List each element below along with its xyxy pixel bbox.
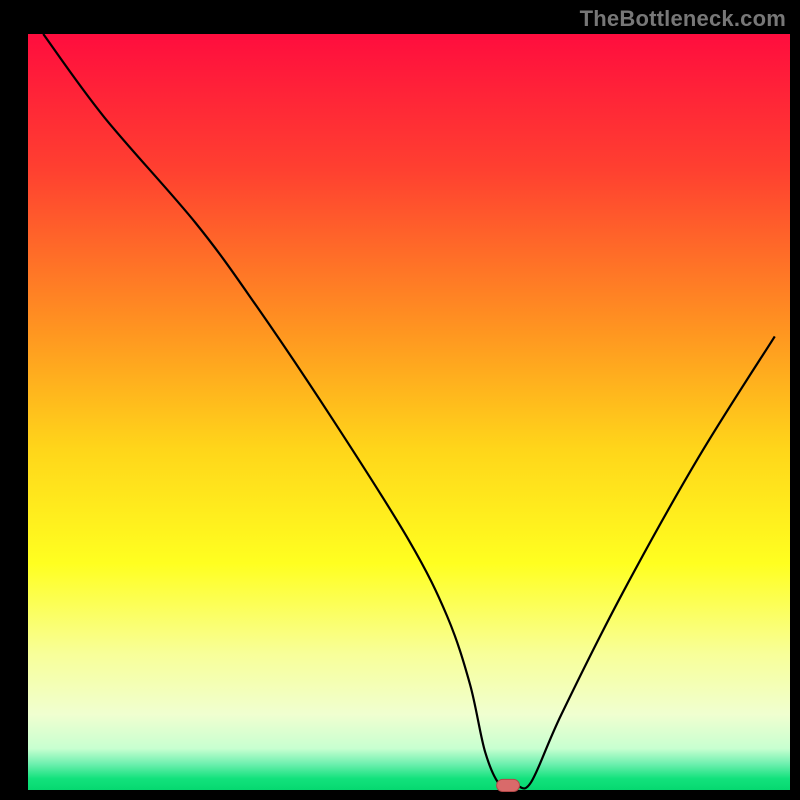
- chart-container: TheBottleneck.com: [0, 0, 800, 800]
- bottleneck-chart: [0, 0, 800, 800]
- optimal-marker: [497, 779, 520, 791]
- chart-background: [28, 34, 790, 790]
